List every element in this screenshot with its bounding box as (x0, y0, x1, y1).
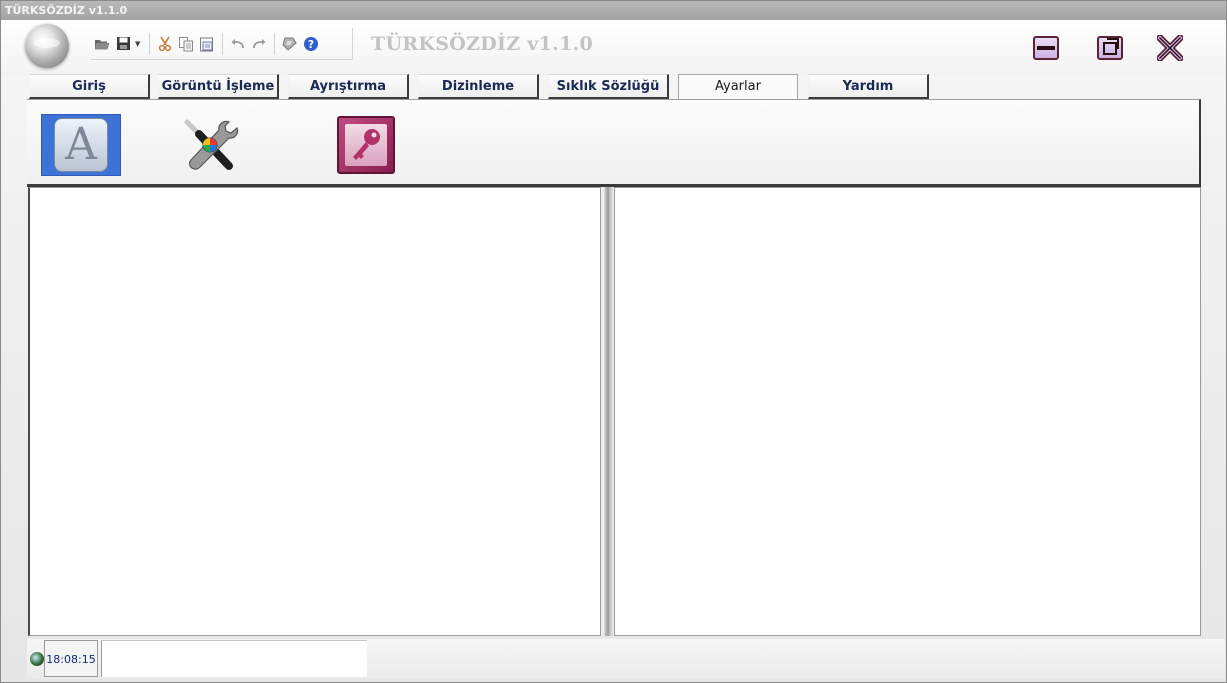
separator (222, 32, 223, 55)
tab-goruntu-isleme[interactable]: Görüntü İşleme (158, 74, 279, 99)
app-menu-orb-button[interactable] (25, 24, 69, 68)
ribbon-panel-ayarlar: A (27, 99, 1201, 187)
copy-icon[interactable] (177, 35, 195, 53)
open-folder-icon[interactable] (93, 35, 111, 53)
right-content-pane[interactable] (614, 187, 1201, 636)
title-bar: TÜRKSÖZDİZ v1.1.0 (1, 1, 1226, 20)
cut-icon[interactable] (156, 35, 174, 53)
save-icon[interactable] (114, 35, 132, 53)
pane-splitter[interactable] (601, 187, 614, 636)
restore-icon (1103, 37, 1119, 55)
tab-dizinleme[interactable]: Dizinleme (418, 74, 539, 99)
status-bar: 18:08:15 (27, 639, 1225, 679)
access-database-icon (345, 124, 387, 166)
tools-button[interactable] (181, 116, 241, 174)
app-window: TÜRKSÖZDİZ v1.1.0 ▼ ? TÜRKSÖZDİZ v1.1.0 … (0, 0, 1227, 683)
redo-icon[interactable] (250, 35, 268, 53)
header: ▼ ? TÜRKSÖZDİZ v1.1.0 (1, 20, 1226, 76)
separator (274, 32, 275, 55)
ribbon-tabs: Giriş Görüntü İşleme Ayrıştırma Dizinlem… (27, 74, 1201, 100)
font-settings-button[interactable]: A (41, 114, 121, 176)
status-globe-icon (30, 652, 44, 666)
tab-giris[interactable]: Giriş (29, 74, 150, 99)
undo-icon[interactable] (229, 35, 247, 53)
font-settings-icon: A (54, 118, 108, 172)
svg-text:?: ? (308, 38, 314, 51)
maximize-button[interactable] (1097, 36, 1123, 60)
tab-ayristirma[interactable]: Ayrıştırma (288, 74, 409, 99)
paste-icon[interactable] (198, 35, 216, 53)
close-button[interactable] (1157, 35, 1183, 61)
minimize-icon (1037, 46, 1055, 50)
print-icon[interactable] (281, 35, 299, 53)
window-title: TÜRKSÖZDİZ v1.1.0 (5, 4, 128, 17)
app-title: TÜRKSÖZDİZ v1.1.0 (371, 33, 594, 55)
status-message (101, 640, 367, 677)
tab-ayarlar[interactable]: Ayarlar (678, 74, 798, 100)
tab-siklik-sozlugu[interactable]: Sıklık Sözlüğü (548, 74, 669, 99)
minimize-button[interactable] (1033, 36, 1059, 60)
separator (149, 32, 150, 55)
help-icon[interactable]: ? (302, 35, 320, 53)
tab-yardim[interactable]: Yardım (808, 74, 929, 99)
left-content-pane[interactable] (28, 187, 601, 636)
tools-icon (184, 119, 239, 170)
save-dropdown-icon[interactable]: ▼ (135, 40, 143, 48)
access-database-button[interactable] (337, 116, 395, 174)
close-icon (1157, 35, 1183, 61)
quick-access-toolbar: ▼ ? (91, 28, 353, 60)
status-clock: 18:08:15 (44, 640, 98, 677)
